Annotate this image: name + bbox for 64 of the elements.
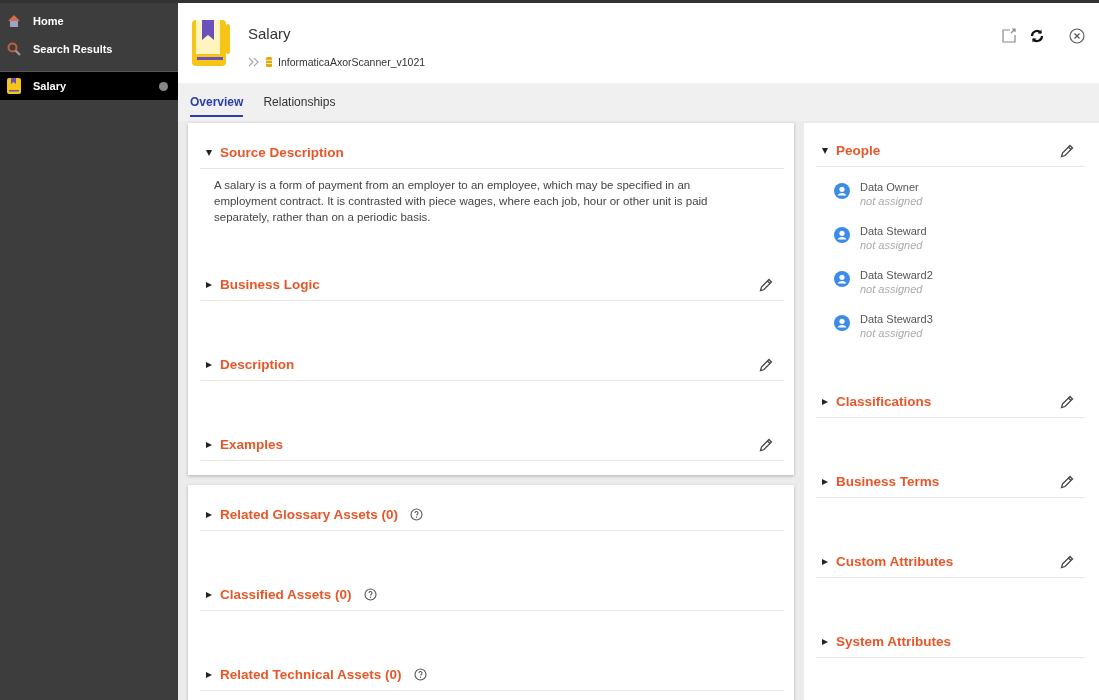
caret-icon[interactable] [206, 281, 212, 288]
person-value: not assigned [860, 195, 923, 207]
caret-icon[interactable] [822, 398, 828, 405]
caret-icon[interactable] [206, 149, 212, 156]
book-icon [7, 78, 21, 94]
asset-title: Salary [248, 25, 292, 42]
caret-icon[interactable] [206, 361, 212, 368]
book-icon [190, 18, 232, 68]
section-title[interactable]: System Attributes [836, 634, 952, 649]
section-title[interactable]: Examples [220, 437, 284, 452]
section-title[interactable]: Classifications [836, 394, 932, 409]
chevrons-icon [248, 57, 260, 67]
pencil-icon[interactable] [1059, 553, 1075, 570]
search-icon [7, 42, 21, 56]
person-value: not assigned [860, 283, 924, 295]
database-icon [266, 57, 272, 67]
tab[interactable]: Relationships [263, 87, 336, 117]
house-icon [7, 14, 21, 28]
sidebar-item[interactable]: Search Results [0, 35, 178, 63]
caret-icon[interactable] [206, 671, 212, 678]
person-role: Data Steward2 [860, 269, 933, 281]
pencil-icon[interactable] [1059, 473, 1075, 490]
section-title[interactable]: People [836, 143, 881, 158]
open-external-icon[interactable] [1001, 28, 1017, 44]
person-role: Data Steward [860, 225, 927, 237]
caret-icon[interactable] [206, 511, 212, 518]
help-icon[interactable] [363, 588, 377, 601]
sidebar-item[interactable]: Salary [0, 71, 178, 100]
help-icon[interactable] [413, 668, 427, 681]
caret-icon[interactable] [822, 478, 828, 485]
help-icon[interactable] [410, 508, 424, 521]
user-icon [834, 315, 850, 331]
section-title[interactable]: Business Logic [220, 277, 320, 292]
close-dot-icon[interactable] [159, 81, 168, 91]
section-title[interactable]: Classified Assets (0) [220, 587, 352, 602]
description-text: A salary is a form of payment from an employer to an employee, which may be specified in an employment contract. It is contrasted with piece wages, where each job, hour or other unit is paid separately, rather than on a periodic basis. [213, 178, 709, 225]
refresh-icon[interactable] [1029, 28, 1045, 44]
breadcrumb-link[interactable]: InformaticaAxorScanner_v1021 [278, 56, 426, 68]
pencil-icon[interactable] [758, 436, 774, 453]
pencil-icon[interactable] [758, 356, 774, 373]
pencil-icon[interactable] [1059, 393, 1075, 410]
pencil-icon[interactable] [758, 276, 774, 293]
person-value: not assigned [860, 327, 924, 339]
caret-icon[interactable] [206, 441, 212, 448]
caret-icon[interactable] [206, 591, 212, 598]
user-icon [834, 227, 850, 243]
section-title[interactable]: Custom Attributes [836, 554, 954, 569]
section-title[interactable]: Source Description [220, 145, 344, 160]
caret-icon[interactable] [822, 638, 828, 645]
user-icon [834, 271, 850, 287]
close-icon[interactable] [1069, 28, 1085, 44]
caret-icon[interactable] [822, 558, 828, 565]
section-title[interactable]: Related Glossary Assets (0) [220, 507, 399, 522]
user-icon [834, 183, 850, 199]
person-role: Data Steward3 [860, 313, 933, 325]
section-title[interactable]: Business Terms [836, 474, 940, 489]
person-value: not assigned [860, 239, 924, 251]
section-title[interactable]: Related Technical Assets (0) [220, 667, 402, 682]
tab[interactable]: Overview [190, 87, 244, 117]
pencil-icon[interactable] [1059, 142, 1075, 159]
person-role: Data Owner [860, 181, 920, 193]
caret-icon[interactable] [822, 147, 828, 154]
section-title[interactable]: Description [220, 357, 295, 372]
sidebar-item[interactable]: Home [0, 7, 178, 35]
